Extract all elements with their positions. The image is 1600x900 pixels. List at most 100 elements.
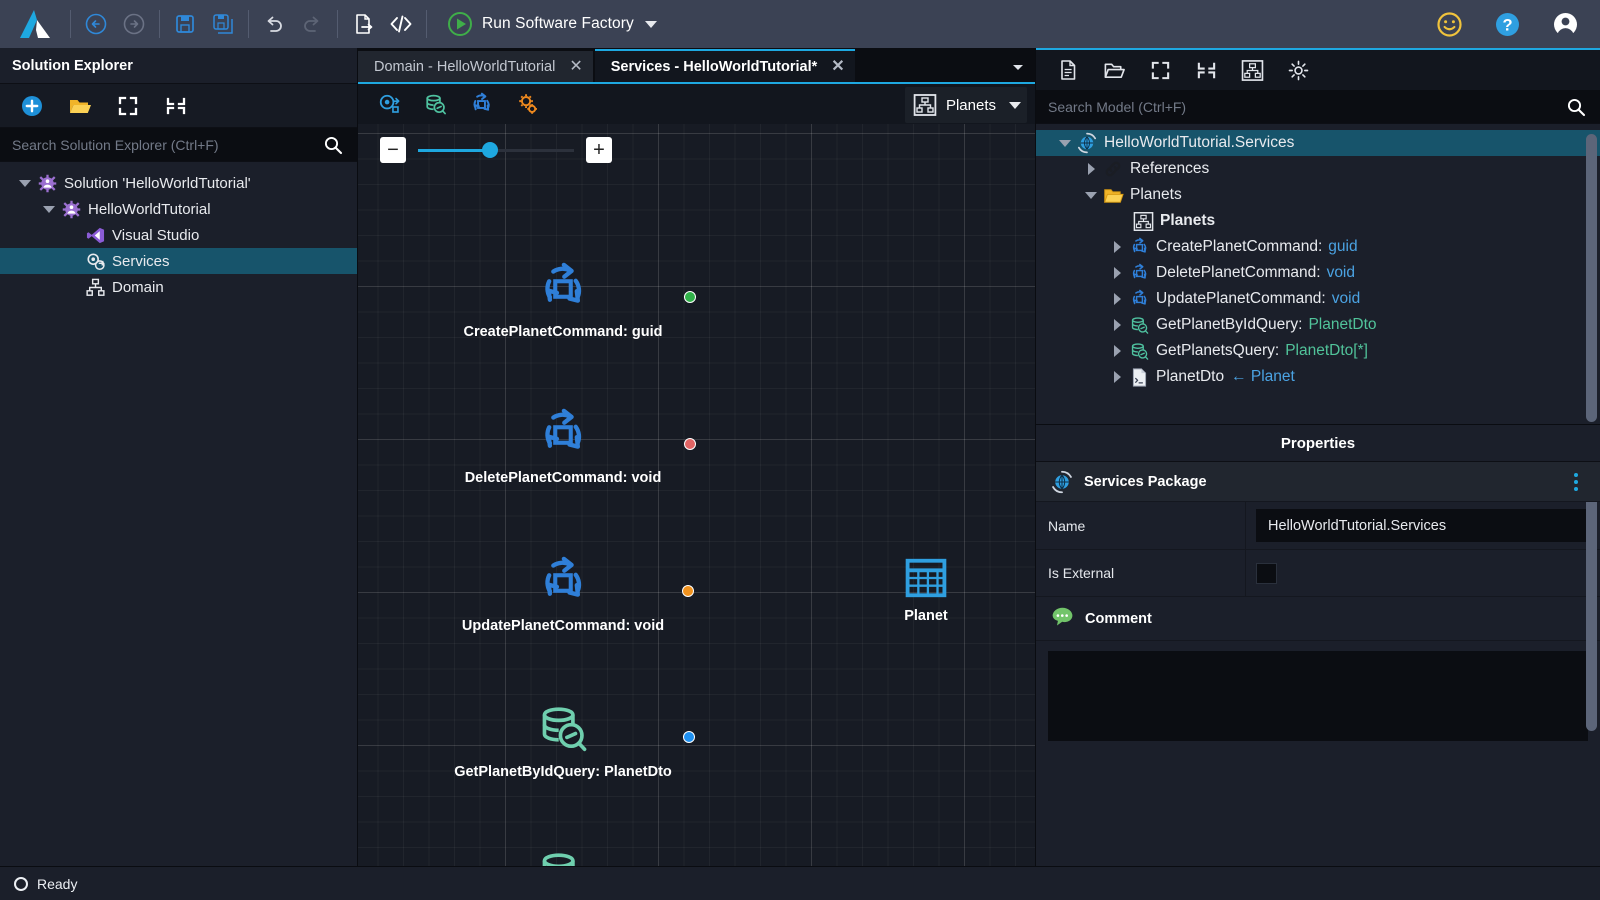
feedback-button[interactable] <box>1430 5 1468 43</box>
show-diagram-button[interactable] <box>1232 53 1272 87</box>
expander-down-icon[interactable] <box>38 205 60 213</box>
application-toolbar: Run Software Factory ? <box>0 0 1600 48</box>
close-icon[interactable]: ✕ <box>569 58 582 75</box>
expand-all-button[interactable] <box>108 89 148 123</box>
query-icon <box>1128 315 1150 336</box>
solution-tree-item-solution[interactable]: Solution 'HelloWorldTutorial' <box>0 170 357 196</box>
expander-right-icon[interactable] <box>1106 267 1128 279</box>
diagram-node-create-planet-command[interactable]: CreatePlanetCommand: guid <box>358 261 768 340</box>
diagram-selector[interactable]: Planets <box>904 87 1027 123</box>
new-model-button[interactable] <box>1048 53 1088 87</box>
expander-down-icon[interactable] <box>14 179 36 187</box>
solution-tree-item-label: Services <box>112 252 170 270</box>
comment-section-header: Comment <box>1036 597 1600 641</box>
name-field[interactable] <box>1256 509 1590 542</box>
settings-button[interactable] <box>1278 53 1318 87</box>
open-solution-button[interactable] <box>60 89 100 123</box>
new-solution-button[interactable] <box>12 89 52 123</box>
expander-right-icon[interactable] <box>1106 293 1128 305</box>
model-tree-item-services-package[interactable]: HelloWorldTutorial.Services <box>1036 130 1600 156</box>
tab-domain[interactable]: Domain - HelloWorldTutorial ✕ <box>358 51 593 82</box>
zoom-in-button[interactable]: + <box>586 137 612 163</box>
diagram-node-delete-planet-command[interactable]: DeletePlanetCommand: void <box>358 407 768 486</box>
expander-right-icon[interactable] <box>1106 241 1128 253</box>
solution-search-button[interactable] <box>309 128 357 161</box>
expander-down-icon[interactable] <box>1054 139 1076 147</box>
zoom-slider-handle[interactable] <box>482 142 498 158</box>
expander-right-icon[interactable] <box>1080 163 1102 175</box>
model-tree-item-planet-dto[interactable]: PlanetDto ← Planet <box>1036 364 1600 390</box>
solution-tree-item-visual-studio[interactable]: Visual Studio <box>0 222 357 248</box>
port-create-planet[interactable] <box>684 291 696 303</box>
solution-search-input[interactable] <box>0 128 309 161</box>
model-tree-item-references[interactable]: References <box>1036 156 1600 182</box>
zoom-slider[interactable] <box>418 137 574 163</box>
port-delete-planet[interactable] <box>684 438 696 450</box>
kebab-menu-icon[interactable] <box>1574 472 1578 491</box>
diagram-canvas[interactable]: − + CreatePlanetCommand: guid DeletePlan… <box>358 124 1035 866</box>
model-search-row <box>1036 90 1600 124</box>
chevron-down-icon[interactable] <box>644 20 657 28</box>
model-tree-item-update-planet-command[interactable]: UpdatePlanetCommand: void <box>1036 286 1600 312</box>
diagram-node-update-planet-command[interactable]: UpdatePlanetCommand: void <box>358 555 768 634</box>
close-icon[interactable]: ✕ <box>831 58 844 75</box>
undo-button[interactable] <box>255 5 293 43</box>
tab-overflow-button[interactable] <box>1001 51 1035 82</box>
port-update-planet[interactable] <box>682 585 694 597</box>
collapse-all-button[interactable] <box>1186 53 1226 87</box>
expand-icon <box>118 96 138 115</box>
export-button[interactable] <box>344 5 382 43</box>
tab-services[interactable]: Services - HelloWorldTutorial* ✕ <box>594 49 855 82</box>
port-get-planet-by-id[interactable] <box>683 731 695 743</box>
collapse-all-button[interactable] <box>156 89 196 123</box>
back-button[interactable] <box>77 5 115 43</box>
node-label: UpdatePlanetCommand: void <box>461 618 665 634</box>
open-folder-button[interactable] <box>1094 53 1134 87</box>
chevron-down-icon[interactable] <box>1009 101 1021 109</box>
node-label: DeletePlanetCommand: void <box>464 470 662 486</box>
model-tree-item-create-planet-command[interactable]: CreatePlanetCommand: guid <box>1036 234 1600 260</box>
diagram-node-get-planets-query[interactable]: GetPlanetsQuery: PlanetDto[*] <box>358 847 768 866</box>
is-external-checkbox[interactable] <box>1256 562 1277 584</box>
diagram-node-get-planet-by-id-query[interactable]: GetPlanetByIdQuery: PlanetDto <box>358 701 768 780</box>
property-key: Is External <box>1036 550 1246 596</box>
diagram-settings-button[interactable] <box>504 86 550 122</box>
model-tree-item-get-planets-query[interactable]: GetPlanetsQuery: PlanetDto[*] <box>1036 338 1600 364</box>
add-element-button[interactable] <box>366 86 412 122</box>
save-all-button[interactable] <box>204 5 242 43</box>
model-tree-item-planets-diagram[interactable]: Planets <box>1036 208 1600 234</box>
expand-all-button[interactable] <box>1140 53 1180 87</box>
run-software-factory-button[interactable]: Run Software Factory <box>439 7 665 41</box>
model-tree-item-get-planet-by-id-query[interactable]: GetPlanetByIdQuery: PlanetDto <box>1036 312 1600 338</box>
expander-right-icon[interactable] <box>1106 345 1128 357</box>
solution-tree-item-domain[interactable]: Domain <box>0 274 357 300</box>
model-tree-item-delete-planet-command[interactable]: DeletePlanetCommand: void <box>1036 260 1600 286</box>
comment-textarea[interactable] <box>1048 651 1588 741</box>
code-view-button[interactable] <box>382 5 420 43</box>
forward-button[interactable] <box>115 5 153 43</box>
solution-tree-item-application[interactable]: HelloWorldTutorial <box>0 196 357 222</box>
account-button[interactable] <box>1546 5 1584 43</box>
topbar-right-actions: ? <box>1430 0 1584 48</box>
help-button[interactable]: ? <box>1488 5 1526 43</box>
redo-button[interactable] <box>293 5 331 43</box>
model-tree-scrollbar[interactable] <box>1586 134 1597 422</box>
help-question-icon: ? <box>1495 12 1519 36</box>
dto-document-icon <box>1128 367 1150 388</box>
expander-right-icon[interactable] <box>1106 371 1128 383</box>
model-tree-item-type: guid <box>1328 238 1358 255</box>
add-command-button[interactable] <box>458 86 504 122</box>
model-search-button[interactable] <box>1552 90 1600 123</box>
diagram-node-planet-entity[interactable]: Planet <box>854 555 998 624</box>
model-tree-item-planets-folder[interactable]: Planets <box>1036 182 1600 208</box>
zoom-out-button[interactable]: − <box>380 137 406 163</box>
solution-tree-item-services[interactable]: Services <box>0 248 357 274</box>
expander-down-icon[interactable] <box>1080 191 1102 199</box>
solution-tree-item-label: Domain <box>112 278 164 296</box>
save-button[interactable] <box>166 5 204 43</box>
domain-module-icon <box>84 278 106 297</box>
properties-scrollbar[interactable] <box>1586 466 1597 731</box>
add-query-button[interactable] <box>412 86 458 122</box>
expander-right-icon[interactable] <box>1106 319 1128 331</box>
model-search-input[interactable] <box>1036 90 1552 123</box>
